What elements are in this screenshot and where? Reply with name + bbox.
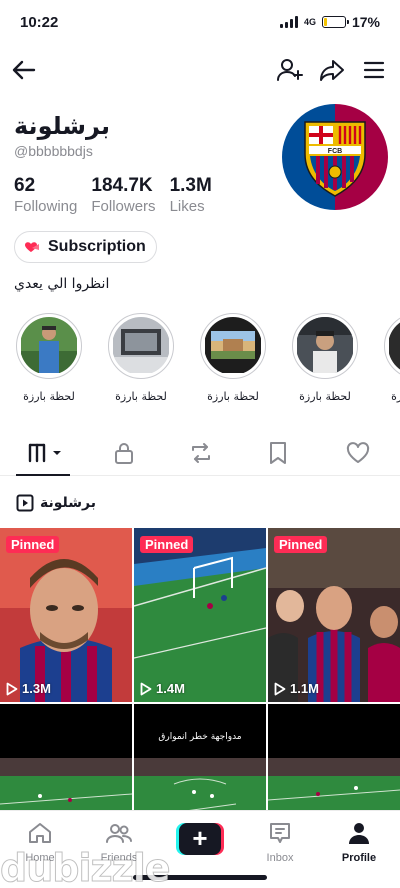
- highlight-label: لحظة بارزة: [23, 390, 75, 403]
- stat-value: 184.7K: [91, 175, 153, 196]
- share-icon: [320, 60, 344, 81]
- share-button[interactable]: [316, 54, 348, 86]
- status-bar: 10:22 4G 17%: [0, 0, 400, 44]
- playlist-label: برشلونة: [40, 495, 96, 511]
- stat-followers[interactable]: 184.7K Followers: [91, 175, 155, 215]
- add-user-icon: [277, 59, 303, 81]
- stat-likes[interactable]: 1.3M Likes: [170, 175, 212, 215]
- inbox-icon: [270, 823, 290, 843]
- menu-icon: [363, 61, 385, 79]
- highlight-item[interactable]: لحظة بارزة: [200, 313, 266, 403]
- nav-label: Profile: [341, 852, 377, 864]
- view-count: 1.3M: [6, 681, 51, 696]
- subscription-icon: [25, 242, 39, 252]
- lock-icon: [115, 443, 133, 464]
- nav-label: Inbox: [266, 852, 294, 864]
- view-count: 1.1M: [274, 681, 319, 696]
- video-tile[interactable]: Pinned 1.1M: [268, 528, 400, 702]
- create-button[interactable]: +: [176, 823, 224, 855]
- pinned-badge: Pinned: [274, 536, 328, 553]
- watermark-text: dubizzle: [0, 846, 171, 888]
- battery-percent: 17%: [351, 14, 380, 30]
- stat-label: Likes: [169, 198, 205, 215]
- stat-label: Followers: [91, 198, 156, 215]
- highlight-thumbnail: [204, 317, 262, 375]
- highlight-item[interactable]: لحظة بارزة: [292, 313, 358, 403]
- profile-bio: انظروا الي يعدي: [14, 276, 110, 292]
- status-indicators: 4G 17%: [279, 14, 380, 30]
- highlight-thumbnail: [112, 317, 170, 375]
- highlight-item[interactable]: لحظة بارزة: [16, 313, 82, 403]
- tab-liked[interactable]: [343, 440, 373, 466]
- friends-icon: [106, 824, 132, 843]
- view-count-value: 1.4M: [156, 681, 185, 696]
- profile-handle: @bbbbbbdjs: [14, 143, 93, 159]
- subscription-label: Subscription: [48, 238, 146, 255]
- highlight-thumbnail: [388, 317, 400, 375]
- playlist-chip[interactable]: برشلونة: [16, 494, 96, 512]
- menu-button[interactable]: [358, 54, 390, 86]
- video-thumbnail: [134, 528, 266, 702]
- tab-favorites[interactable]: [264, 440, 292, 466]
- videos-grid-icon: [28, 443, 61, 463]
- highlight-label: لحظة بارزة: [391, 390, 400, 403]
- battery-icon: [321, 16, 349, 28]
- play-icon: [6, 682, 18, 695]
- view-count-value: 1.3M: [22, 681, 51, 696]
- signal-icon: [279, 16, 298, 28]
- video-thumbnail: [0, 528, 132, 702]
- pinned-badge: Pinned: [140, 536, 194, 553]
- repost-icon: [192, 443, 210, 463]
- highlight-label: لحظة بارزة: [299, 390, 351, 403]
- bookmark-icon: [270, 442, 286, 464]
- view-count: 1.4M: [140, 681, 185, 696]
- stat-value: 1.3M: [169, 175, 212, 196]
- active-tab-indicator: [16, 474, 70, 476]
- highlight-label: لحظة بارزة: [115, 390, 167, 403]
- video-caption: مدواجهة خطر انموارق: [158, 732, 242, 742]
- profile-stats: 62 Following 184.7K Followers 1.3M Likes: [14, 175, 212, 215]
- video-thumbnail: [268, 528, 400, 702]
- avatar[interactable]: FCB: [282, 104, 388, 210]
- network-label: 4G: [303, 16, 316, 27]
- subscription-button[interactable]: Subscription: [14, 231, 157, 263]
- highlight-item[interactable]: لحظة بارزة: [108, 313, 174, 403]
- play-icon: [274, 682, 286, 695]
- pinned-badge: Pinned: [6, 536, 60, 553]
- stat-value: 62: [14, 175, 36, 196]
- status-time: 10:22: [20, 14, 59, 31]
- profile-name: برشلونة: [14, 112, 110, 140]
- home-icon: [29, 823, 51, 843]
- top-nav: [0, 48, 400, 92]
- playlist-icon: [16, 494, 34, 512]
- nav-inbox[interactable]: Inbox: [250, 821, 310, 864]
- tab-videos[interactable]: [24, 440, 68, 466]
- highlight-thumbnail: [296, 317, 354, 375]
- arrow-left-icon: [12, 60, 36, 80]
- highlight-label: لحظة بارزة: [207, 390, 259, 403]
- profile-icon: [349, 823, 369, 844]
- highlight-item[interactable]: لحظة بارزة: [384, 313, 400, 403]
- view-count-value: 1.1M: [290, 681, 319, 696]
- play-icon: [140, 682, 152, 695]
- back-button[interactable]: [8, 54, 40, 86]
- svg-text:FCB: FCB: [328, 148, 342, 155]
- video-tile[interactable]: Pinned 1.3M: [0, 528, 132, 702]
- nav-profile[interactable]: Profile: [329, 821, 389, 864]
- stat-label: Following: [14, 198, 78, 215]
- video-tile[interactable]: Pinned 1.4M: [134, 528, 266, 702]
- plus-icon: +: [179, 823, 221, 855]
- heart-icon: [346, 442, 370, 463]
- highlights-row: لحظة بارزة لحظة بارزة لحظة بارزة لحظة با…: [16, 313, 400, 403]
- tab-reposts[interactable]: [186, 440, 216, 466]
- profile-tabs: [0, 432, 400, 476]
- stat-following[interactable]: 62 Following: [14, 175, 77, 215]
- add-friend-button[interactable]: [274, 54, 306, 86]
- highlight-thumbnail: [20, 317, 78, 375]
- tab-private[interactable]: [110, 440, 138, 466]
